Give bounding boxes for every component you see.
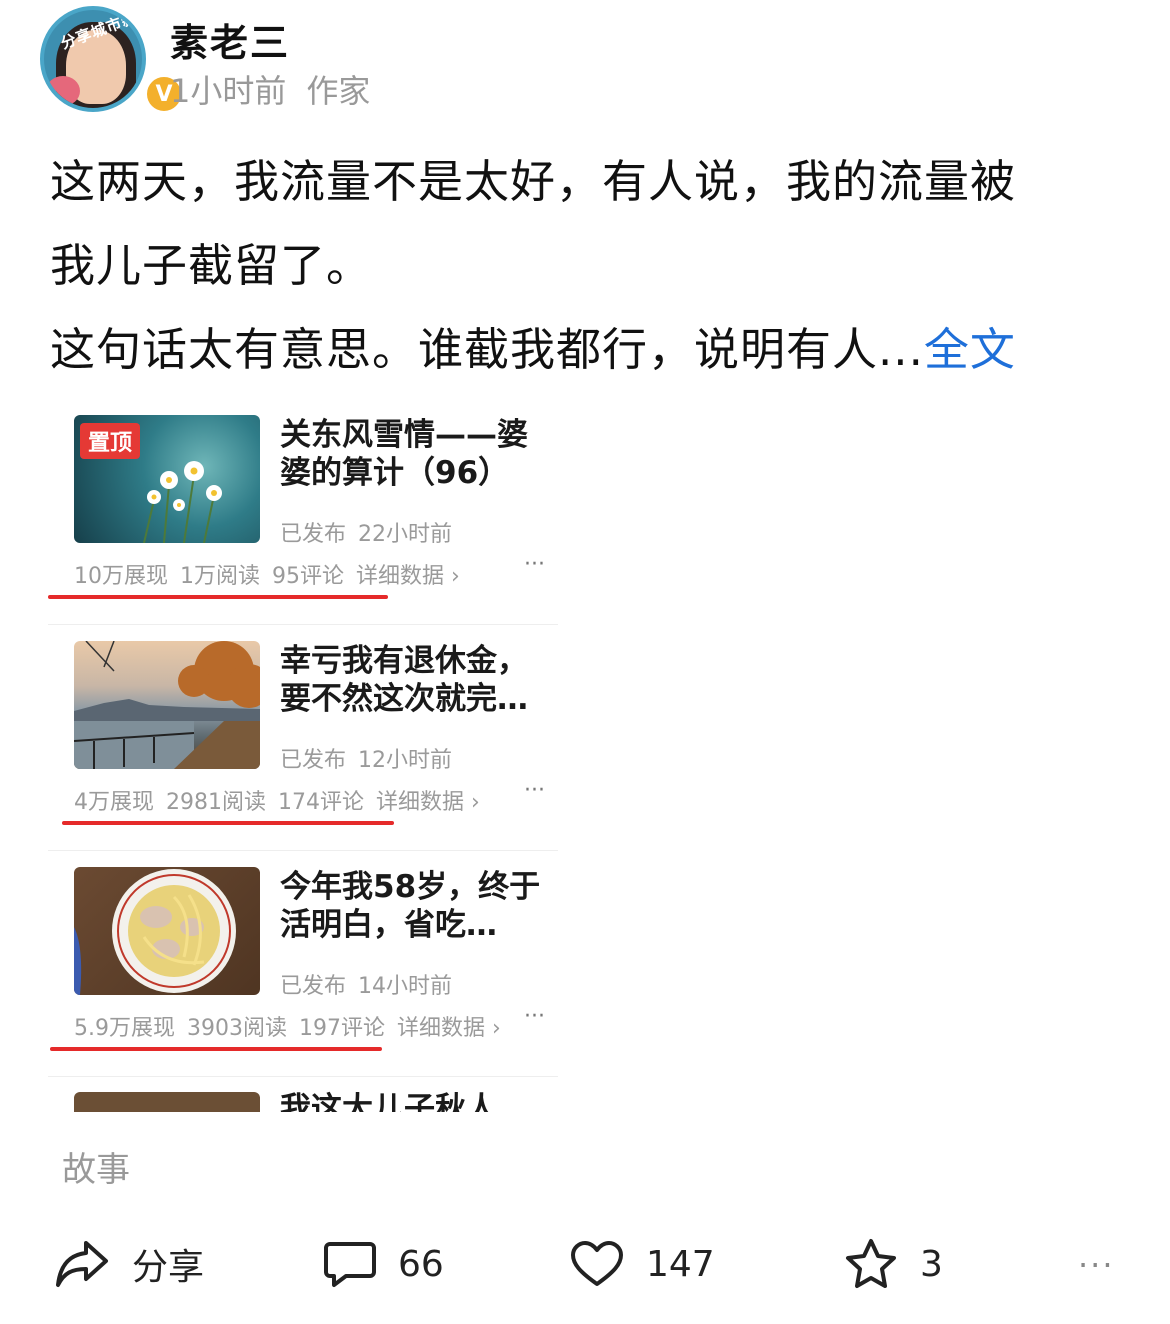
article-comments: 197评论 [299,1016,385,1041]
star-icon [846,1239,896,1288]
favorite-button[interactable]: 3 [844,1236,943,1292]
article-title[interactable]: 今年我58岁，终于活明白，省吃… [280,868,548,944]
author-role: 作家 [306,72,371,110]
article-impressions: 4万展现 [74,790,154,815]
author-avatar[interactable]: 分享城市新鲜事 V [40,6,184,114]
article-publish-info: 已发布 22小时前 [280,516,452,548]
more-options-icon[interactable]: ··· [1078,1246,1115,1284]
article-card[interactable]: 幸亏我有退休金，要不然这次就完… 已发布 12小时前 4万展现 2981阅读 174评… [48,626,558,851]
article-impressions: 5.9万展现 [74,1016,175,1041]
more-dots-icon[interactable]: ··· [524,552,545,577]
comment-icon [324,1242,376,1287]
share-label: 分享 [132,1247,205,1288]
red-underline-annotation [48,595,388,599]
flower-photo-icon: 置顶 [74,415,260,543]
article-status: 已发布 [280,974,347,999]
full-text-link[interactable]: 全文 [924,323,1016,376]
pig-icon [46,76,80,106]
article-details-link[interactable]: 详细数据 › [376,790,480,815]
article-title[interactable]: 关东风雪情——婆婆的算计（96） [280,416,548,492]
topic-tag[interactable]: 故事 [62,1142,130,1191]
article-impressions: 10万展现 [74,564,168,589]
post-line-3: 这句话太有意思。谁截我都行，说明有人...全文 [50,308,1130,392]
more-dots-icon[interactable]: ··· [524,1004,545,1029]
article-stats: 10万展现 1万阅读 95评论 详细数据 › [74,558,472,590]
post-line-2: 我儿子截留了。 [50,239,373,292]
article-comments: 174评论 [278,790,364,815]
article-title[interactable]: 幸亏我有退休金，要不然这次就完… [280,642,548,718]
comment-button[interactable]: 66 [324,1236,444,1292]
lakeside-photo-icon [74,641,260,769]
article-publish-info: 已发布 12小时前 [280,742,452,774]
article-card[interactable]: 今年我58岁，终于活明白，省吃… 已发布 14小时前 5.9万展现 3903阅读 19… [48,852,558,1077]
article-time: 22小时前 [358,522,453,547]
article-card[interactable]: 置顶 关东风雪情——婆婆的算计（96） 已发布 22小时前 10万展现 1万阅读 95… [48,400,558,625]
red-underline-annotation [50,1047,382,1051]
post-time: 1小时前 [170,72,287,110]
article-title[interactable]: 我这大儿子秋人 [280,1090,548,1112]
share-icon [56,1241,108,1287]
heart-icon [571,1241,623,1286]
red-underline-annotation [62,821,394,825]
article-stats: 5.9万展现 3903阅读 197评论 详细数据 › [74,1010,513,1042]
partial-photo-icon [74,1092,260,1112]
noodle-bowl-photo-icon [74,867,260,995]
article-reads: 2981阅读 [166,790,266,815]
favorite-count: 3 [920,1243,943,1285]
lakeside-drawing [74,641,260,769]
post-meta: 1小时前 作家 [170,66,370,112]
article-details-link[interactable]: 详细数据 › [356,564,460,589]
article-reads: 3903阅读 [187,1016,287,1041]
author-name[interactable]: 素老三 [170,12,290,67]
share-button[interactable]: 分享 [54,1236,204,1292]
comment-count: 66 [398,1243,444,1285]
like-count: 147 [646,1243,715,1285]
article-reads: 1万阅读 [180,564,260,589]
article-status: 已发布 [280,522,347,547]
article-time: 14小时前 [358,974,453,999]
pinned-badge: 置顶 [80,423,141,459]
avatar-image: 分享城市新鲜事 [40,6,146,112]
bowl-drawing [74,869,236,995]
post-body[interactable]: 这两天，我流量不是太好，有人说，我的流量被 我儿子截留了。 这句话太有意思。谁截… [50,140,1130,392]
article-card-partial[interactable]: 我这大儿子秋人 [48,1078,558,1112]
article-status: 已发布 [280,748,347,773]
article-stats: 4万展现 2981阅读 174评论 详细数据 › [74,784,492,816]
like-button[interactable]: 147 [570,1236,715,1292]
article-publish-info: 已发布 14小时前 [280,968,452,1000]
article-details-link[interactable]: 详细数据 › [397,1016,501,1041]
article-comments: 95评论 [272,564,344,589]
article-list-image[interactable]: 置顶 关东风雪情——婆婆的算计（96） 已发布 22小时前 10万展现 1万阅读 95… [48,400,558,1112]
post-line-3-text: 这句话太有意思。谁截我都行，说明有人... [50,323,924,376]
more-dots-icon[interactable]: ··· [524,778,545,803]
article-time: 12小时前 [358,748,453,773]
post-line-1: 这两天，我流量不是太好，有人说，我的流量被 [50,155,1017,208]
